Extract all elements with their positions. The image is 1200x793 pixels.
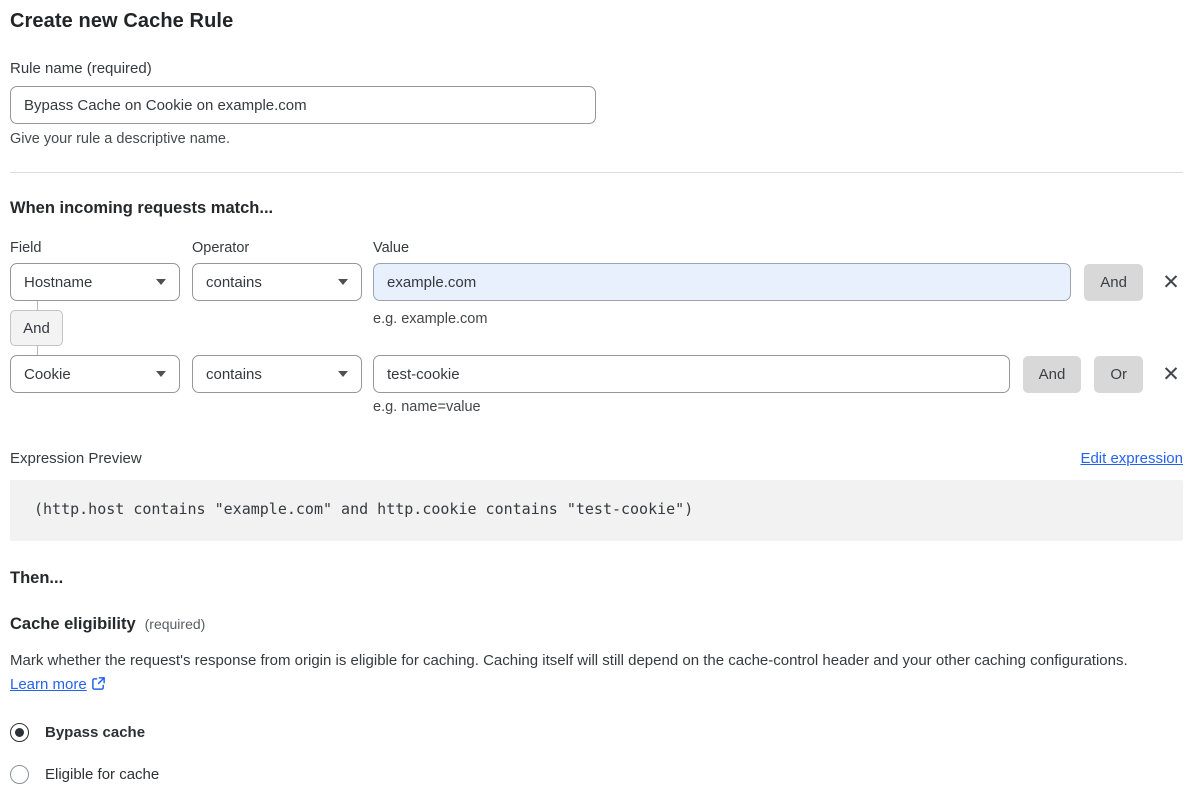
cache-eligibility-heading: Cache eligibility: [10, 615, 136, 633]
field-select-2[interactable]: Cookie: [10, 355, 180, 393]
value-column-label: Value: [373, 240, 410, 256]
value-input-1[interactable]: [373, 263, 1072, 301]
required-note: (required): [144, 616, 206, 632]
field-column-label: Field: [10, 240, 42, 256]
edit-expression-link[interactable]: Edit expression: [1080, 450, 1183, 467]
operator-column-label: Operator: [192, 240, 250, 256]
field-select-1[interactable]: Hostname: [10, 263, 180, 301]
match-heading: When incoming requests match...: [10, 199, 274, 217]
description-text: Mark whether the request's response from…: [10, 652, 1128, 669]
chevron-down-icon: [338, 371, 348, 377]
connector-area: And: [10, 301, 1183, 355]
page-title: Create new Cache Rule: [10, 10, 234, 32]
add-or-condition-button-2[interactable]: Or: [1094, 355, 1143, 393]
logic-connector-chip[interactable]: And: [10, 310, 63, 346]
rule-name-input[interactable]: [10, 86, 596, 124]
expression-preview-label: Expression Preview: [10, 450, 142, 467]
connector-line-bottom: [37, 346, 38, 355]
chevron-down-icon: [156, 371, 166, 377]
operator-select-1-value: contains: [206, 273, 262, 291]
value-input-2[interactable]: [373, 355, 1010, 393]
cache-eligibility-header: Cache eligibility (required): [10, 615, 1183, 634]
radio-option-bypass-cache[interactable]: Bypass cache: [10, 723, 1183, 742]
section-divider: [10, 172, 1183, 173]
external-link-icon: [91, 675, 106, 699]
operator-select-2[interactable]: contains: [192, 355, 362, 393]
chevron-down-icon: [338, 279, 348, 285]
condition-column-headers: Field Operator Value: [10, 240, 1183, 256]
condition-row-1: Hostname contains And ✕: [10, 263, 1183, 301]
add-and-condition-button-1[interactable]: And: [1084, 263, 1143, 301]
condition-row-2: Cookie contains And Or ✕: [10, 355, 1183, 393]
value-hint-2: e.g. name=value: [373, 399, 481, 415]
rule-name-label: Rule name (required): [10, 60, 152, 77]
expression-code-block: (http.host contains "example.com" and ht…: [10, 480, 1183, 541]
then-heading: Then...: [10, 569, 64, 587]
radio-label-eligible: Eligible for cache: [45, 766, 160, 783]
connector-line-top: [37, 301, 38, 310]
radio-selected-icon[interactable]: [10, 723, 29, 742]
expression-preview-header: Expression Preview Edit expression: [10, 450, 1183, 467]
chevron-down-icon: [156, 279, 166, 285]
conditions-area: Hostname contains And ✕ e.g. example.com…: [10, 263, 1183, 415]
learn-more-link[interactable]: Learn more: [10, 676, 87, 693]
rule-name-helper: Give your rule a descriptive name.: [10, 131, 231, 147]
operator-select-2-value: contains: [206, 365, 262, 383]
remove-condition-button-2[interactable]: ✕: [1159, 364, 1183, 385]
create-cache-rule-page: Create new Cache Rule Rule name (require…: [0, 0, 1200, 784]
remove-condition-button-1[interactable]: ✕: [1159, 272, 1183, 293]
radio-option-eligible-for-cache[interactable]: Eligible for cache: [10, 765, 1183, 784]
field-select-1-value: Hostname: [24, 273, 93, 291]
radio-unselected-icon[interactable]: [10, 765, 29, 784]
radio-label-bypass: Bypass cache: [45, 724, 146, 741]
operator-select-1[interactable]: contains: [192, 263, 362, 301]
field-select-2-value: Cookie: [24, 365, 71, 383]
cache-eligibility-description: Mark whether the request's response from…: [10, 649, 1170, 699]
add-and-condition-button-2[interactable]: And: [1022, 355, 1082, 393]
